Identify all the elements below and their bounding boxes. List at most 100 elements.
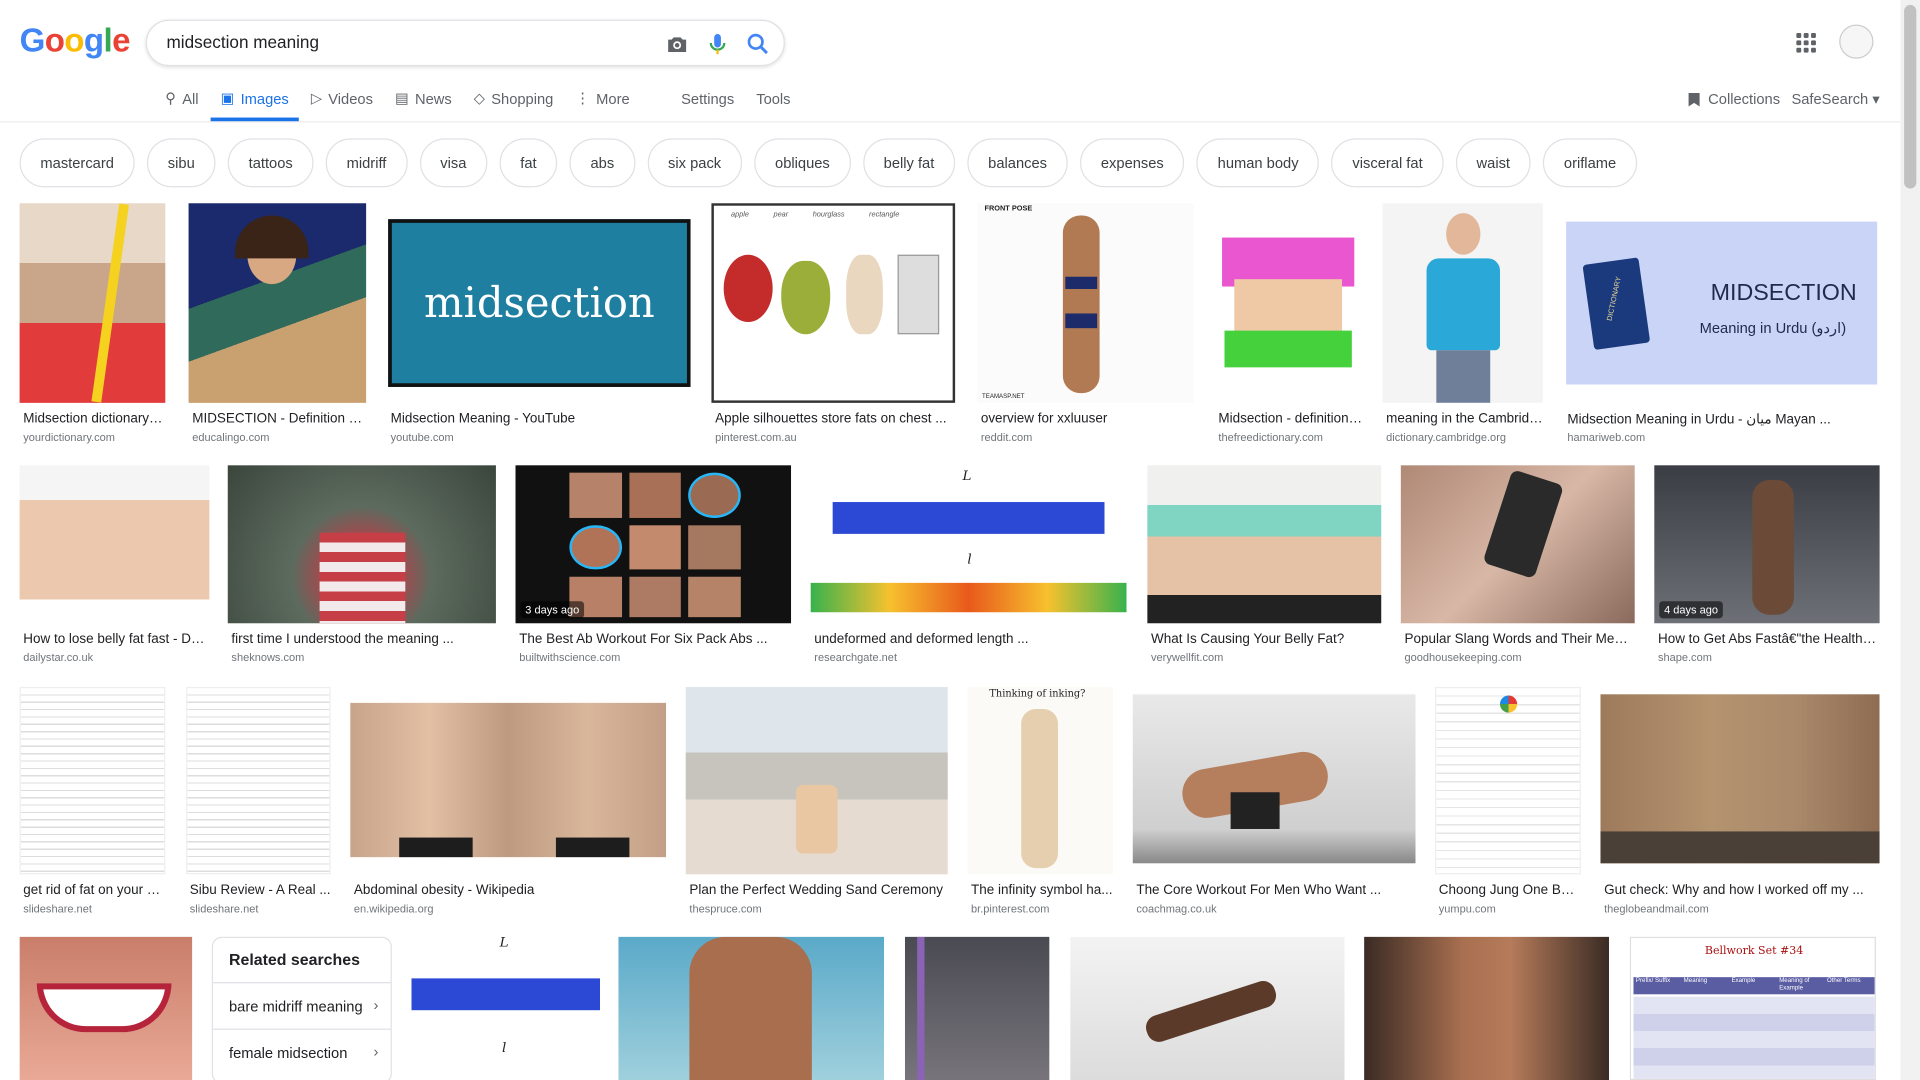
- image-result[interactable]: apple pear hourglass rectangle Apple silhou…: [711, 203, 956, 448]
- image-result[interactable]: [618, 936, 885, 1080]
- collections-button[interactable]: Collections: [1687, 91, 1780, 108]
- result-thumbnail[interactable]: [904, 936, 1050, 1080]
- result-title[interactable]: The Core Workout For Men Who Want ...: [1136, 883, 1415, 898]
- result-title[interactable]: meaning in the Cambridg...: [1386, 411, 1543, 426]
- related-item[interactable]: bare midriff meaning ›: [213, 982, 391, 1029]
- result-title[interactable]: Midsection Meaning in Urdu - میان Mayan …: [1567, 411, 1879, 428]
- chip[interactable]: visceral fat: [1331, 138, 1444, 188]
- safesearch-dropdown[interactable]: SafeSearch ▾: [1791, 91, 1879, 108]
- image-result[interactable]: [904, 936, 1050, 1080]
- result-title[interactable]: first time I understood the meaning ...: [231, 632, 495, 647]
- result-thumbnail[interactable]: [1214, 203, 1363, 403]
- result-title[interactable]: MIDSECTION - Definition an...: [192, 411, 366, 426]
- result-thumbnail[interactable]: [19, 465, 210, 624]
- image-result[interactable]: Thinking of inking? The infinity symbol …: [967, 686, 1114, 920]
- result-title[interactable]: The Best Ab Workout For Six Pack Abs ...: [519, 632, 791, 647]
- result-title[interactable]: overview for xxluuser: [981, 411, 1194, 426]
- tab-images[interactable]: ▣ Images: [210, 86, 299, 123]
- image-result[interactable]: Abdominal obesity - Wikipedia en.wikiped…: [350, 686, 667, 920]
- result-title[interactable]: undeformed and deformed length ...: [814, 632, 1126, 647]
- apps-grid-icon[interactable]: [1796, 33, 1816, 53]
- result-thumbnail[interactable]: [1147, 465, 1382, 624]
- result-thumbnail[interactable]: Bellwork Set #34 Prefix/ Suffix Meaning …: [1629, 936, 1876, 1080]
- search-box[interactable]: [145, 19, 785, 67]
- image-result[interactable]: Choong Jung One Bas... yumpu.com: [1435, 686, 1581, 920]
- result-title[interactable]: Gut check: Why and how I worked off my .…: [1604, 883, 1880, 898]
- result-thumbnail[interactable]: [19, 203, 166, 403]
- search-icon[interactable]: [744, 31, 771, 58]
- image-result[interactable]: L l undeformed and deformed length ... r…: [810, 465, 1127, 667]
- chip[interactable]: tattoos: [227, 138, 314, 188]
- result-thumbnail[interactable]: [19, 936, 193, 1080]
- result-thumbnail[interactable]: DICTIONARY MIDSECTION Meaning in Urdu (ا…: [1563, 203, 1880, 403]
- image-result[interactable]: Midsection dictionary d... yourdictionar…: [19, 203, 166, 448]
- result-title[interactable]: What Is Causing Your Belly Fat?: [1151, 632, 1381, 647]
- image-result[interactable]: What Is Causing Your Belly Fat? verywell…: [1147, 465, 1382, 667]
- result-thumbnail[interactable]: [227, 465, 496, 624]
- result-title[interactable]: Midsection dictionary d...: [23, 411, 165, 426]
- result-thumbnail[interactable]: [350, 686, 667, 875]
- result-thumbnail[interactable]: [1364, 936, 1609, 1080]
- chip[interactable]: six pack: [647, 138, 742, 188]
- chip[interactable]: oriflame: [1543, 138, 1637, 188]
- tab-news[interactable]: ▤ News: [395, 86, 452, 123]
- result-title[interactable]: get rid of fat on your m...: [23, 883, 165, 898]
- image-result[interactable]: 4 days ago How to Get Abs Fastâ€"the Hea…: [1654, 465, 1880, 667]
- chip[interactable]: belly fat: [862, 138, 956, 188]
- avatar[interactable]: [1839, 24, 1874, 59]
- tab-settings[interactable]: Settings: [681, 86, 734, 123]
- chip[interactable]: midriff: [325, 138, 408, 188]
- chip[interactable]: sibu: [146, 138, 216, 188]
- result-thumbnail[interactable]: [1070, 936, 1345, 1080]
- image-result[interactable]: get rid of fat on your m... slideshare.n…: [19, 686, 166, 920]
- chip[interactable]: expenses: [1080, 138, 1185, 188]
- image-result[interactable]: FRONT POSE TEAMASP.NET overview for xxlu…: [977, 203, 1194, 448]
- result-thumbnail[interactable]: L l: [411, 936, 601, 1080]
- image-result[interactable]: L l: [411, 936, 601, 1080]
- image-result[interactable]: Midsection - definition ... thefreedicti…: [1214, 203, 1363, 448]
- result-thumbnail[interactable]: [1600, 686, 1880, 875]
- image-result[interactable]: 3 days ago The Best Ab Workout For Six P…: [515, 465, 792, 667]
- image-result[interactable]: meaning in the Cambridg... dictionary.ca…: [1382, 203, 1543, 448]
- camera-icon[interactable]: [664, 31, 691, 58]
- image-result[interactable]: midsection Midsection Meaning - YouTube …: [386, 203, 691, 448]
- result-title[interactable]: Choong Jung One Bas...: [1439, 883, 1581, 898]
- chip[interactable]: visa: [419, 138, 488, 188]
- result-thumbnail[interactable]: [19, 686, 166, 875]
- result-title[interactable]: Apple silhouettes store fats on chest ..…: [715, 411, 955, 426]
- result-thumbnail[interactable]: apple pear hourglass rectangle: [711, 203, 956, 403]
- tab-tools[interactable]: Tools: [756, 86, 790, 123]
- image-result[interactable]: Plan the Perfect Wedding Sand Ceremony t…: [685, 686, 948, 920]
- result-title[interactable]: Popular Slang Words and Their Meani...: [1405, 632, 1635, 647]
- chip[interactable]: human body: [1196, 138, 1320, 188]
- result-thumbnail[interactable]: midsection: [386, 203, 691, 403]
- image-result[interactable]: first time I understood the meaning ... …: [227, 465, 496, 667]
- scrollbar[interactable]: [1900, 0, 1920, 1080]
- search-input[interactable]: [166, 31, 632, 52]
- scrollbar-thumb[interactable]: [1904, 4, 1917, 189]
- result-thumbnail[interactable]: FRONT POSE TEAMASP.NET: [977, 203, 1194, 403]
- tab-videos[interactable]: ▷ Videos: [311, 86, 373, 123]
- related-item[interactable]: female midsection ›: [213, 1028, 391, 1076]
- result-thumbnail[interactable]: [1382, 203, 1543, 403]
- image-result[interactable]: [1070, 936, 1345, 1080]
- chip[interactable]: mastercard: [19, 138, 135, 188]
- result-thumbnail[interactable]: Thinking of inking?: [967, 686, 1114, 875]
- image-result[interactable]: Sibu Review - A Real ... slideshare.net: [186, 686, 331, 920]
- image-result[interactable]: [1364, 936, 1609, 1080]
- image-result[interactable]: [19, 936, 193, 1080]
- chip[interactable]: abs: [569, 138, 635, 188]
- result-title[interactable]: Midsection - definition ...: [1218, 411, 1362, 426]
- result-thumbnail[interactable]: [1400, 465, 1635, 624]
- tab-shopping[interactable]: ◇ Shopping: [474, 86, 554, 123]
- result-title[interactable]: Plan the Perfect Wedding Sand Ceremony: [689, 883, 947, 898]
- result-thumbnail[interactable]: 4 days ago: [1654, 465, 1880, 624]
- microphone-icon[interactable]: [704, 31, 731, 58]
- tab-more[interactable]: ⋮ More: [575, 86, 629, 123]
- result-title[interactable]: How to Get Abs Fastâ€"the Healthy ...: [1658, 632, 1880, 647]
- result-thumbnail[interactable]: 3 days ago: [515, 465, 792, 624]
- image-result[interactable]: Popular Slang Words and Their Meani... g…: [1400, 465, 1635, 667]
- result-thumbnail[interactable]: [1132, 686, 1416, 875]
- result-thumbnail[interactable]: [186, 686, 331, 875]
- chip[interactable]: balances: [967, 138, 1068, 188]
